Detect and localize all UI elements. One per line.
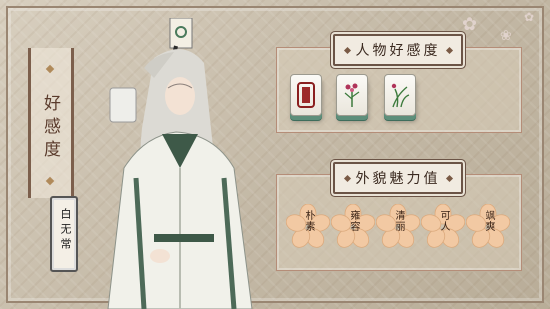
diamond-ornament bbox=[445, 46, 453, 54]
affection-title-text: 人物好感度 bbox=[355, 43, 441, 59]
diamond-ornament bbox=[343, 174, 351, 182]
orchid-tile-icon bbox=[391, 83, 410, 108]
blossom-decoration: ❀ bbox=[500, 28, 512, 44]
character-portrait bbox=[107, 18, 253, 309]
trait-flower-3[interactable]: 清丽 bbox=[376, 204, 420, 248]
character-name-tag[interactable]: 白无常 bbox=[50, 196, 78, 272]
trait-label: 雍容 bbox=[348, 210, 359, 232]
mahjong-tile-3[interactable] bbox=[384, 74, 416, 116]
trait-flower-2[interactable]: 雍容 bbox=[331, 204, 375, 248]
character-name: 白无常 bbox=[59, 208, 72, 253]
mahjong-tile-1[interactable] bbox=[290, 74, 322, 116]
trait-label: 朴素 bbox=[303, 210, 314, 232]
plum-flower-tile-icon bbox=[344, 83, 360, 107]
charm-title: 外貌魅力值 bbox=[333, 162, 463, 194]
blossom-decoration: ✿ bbox=[524, 10, 535, 24]
affinity-banner: 好感度 bbox=[28, 48, 74, 198]
blossom-decoration: ✿ bbox=[462, 14, 478, 35]
red-tile-icon bbox=[297, 82, 315, 108]
charm-title-text: 外貌魅力值 bbox=[355, 171, 441, 187]
affection-title: 人物好感度 bbox=[333, 34, 463, 66]
trait-flower-1[interactable]: 朴素 bbox=[286, 204, 330, 248]
diamond-ornament bbox=[445, 174, 453, 182]
trait-flower-5[interactable]: 飒爽 bbox=[466, 204, 510, 248]
trait-label: 飒爽 bbox=[483, 210, 494, 232]
affinity-label: 好感度 bbox=[40, 94, 60, 163]
diamond-ornament bbox=[45, 176, 55, 186]
trait-label: 清丽 bbox=[393, 210, 404, 232]
trait-label: 可人 bbox=[438, 210, 449, 232]
diamond-ornament bbox=[343, 46, 351, 54]
diamond-ornament bbox=[45, 64, 55, 74]
mahjong-tile-2[interactable] bbox=[336, 74, 368, 116]
trait-flower-4[interactable]: 可人 bbox=[421, 204, 465, 248]
